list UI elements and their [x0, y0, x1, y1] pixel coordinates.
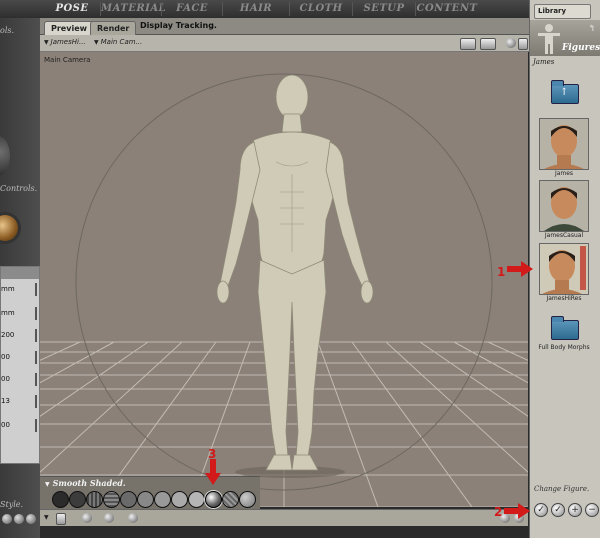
room-tab-cloth[interactable]: CLOTH: [290, 0, 352, 18]
style-swatch-cartoon[interactable]: [171, 491, 188, 508]
callout-2-arrow: [504, 503, 530, 519]
remove-from-library-button[interactable]: −: [585, 503, 599, 517]
room-tab-hair[interactable]: HAIR: [223, 0, 289, 18]
figure-silhouette-icon: [538, 24, 560, 54]
style-swatch-smooth-shaded[interactable]: [205, 491, 222, 508]
camera-select-dropdown[interactable]: ▼ Main Cam...: [94, 38, 142, 48]
style-swatch-cartoon-line[interactable]: [188, 491, 205, 508]
style-swatch-flat-shaded[interactable]: [137, 491, 154, 508]
globe-icon[interactable]: [82, 513, 92, 523]
style-swatch-flat-lined[interactable]: [154, 491, 171, 508]
callout-1-arrow: [507, 261, 533, 277]
room-tab-face[interactable]: FACE: [162, 0, 222, 18]
library-category-title: Figures: [562, 43, 600, 53]
room-tab-content[interactable]: CONTENT: [416, 0, 478, 18]
thumbnail-label: JamesCasual: [544, 232, 584, 239]
style-swatch-wireframe[interactable]: [86, 491, 103, 508]
room-tab-material[interactable]: MATERIAL: [101, 0, 166, 18]
callout-2: 2: [494, 505, 503, 519]
param-row[interactable]: 00: [1, 371, 39, 389]
room-tab-pose[interactable]: POSE: [44, 0, 100, 18]
left-panel-text: ols.: [0, 26, 15, 35]
folder-icon: ↑: [551, 80, 579, 104]
document-toolbar: ▼ JamesHi... ▼ Main Cam...: [40, 35, 530, 52]
menu-arrow-icon[interactable]: [518, 38, 528, 50]
face-thumbnail: [539, 243, 589, 295]
trackball-dial[interactable]: [0, 136, 10, 176]
preview-icon[interactable]: [128, 513, 138, 523]
style-swatch-smooth-lined[interactable]: [222, 491, 239, 508]
library-panel: Library ↰ Figures James ↑ James JamesCas…: [529, 0, 600, 538]
parameter-dial[interactable]: [0, 215, 18, 241]
display-tracking-menu[interactable]: Display Tracking.: [140, 21, 217, 30]
square-icon[interactable]: [56, 513, 66, 525]
up-arrow-icon[interactable]: ↰: [588, 25, 597, 34]
options-icon[interactable]: [506, 38, 516, 48]
change-figure-label: Change Figure.: [534, 485, 590, 493]
lights-icon[interactable]: [104, 513, 114, 523]
apply-multiple-button[interactable]: ✓: [551, 503, 565, 517]
parameters-panel: mm mm 200 00 00 13 00: [0, 266, 40, 464]
library-tab[interactable]: Library: [534, 4, 591, 19]
face-thumbnail: [539, 180, 589, 232]
param-row[interactable]: 13: [1, 393, 39, 411]
add-to-library-button[interactable]: +: [568, 503, 582, 517]
room-tabs-bar: POSE MATERIAL FACE HAIR CLOTH SETUP CONT…: [0, 0, 600, 19]
layout-icon[interactable]: [480, 38, 496, 50]
left-style-buttons[interactable]: [0, 514, 38, 526]
window-icon[interactable]: [460, 38, 476, 50]
document-style-label[interactable]: ▼ Smooth Shaded.: [45, 478, 126, 488]
style-swatch-hidden-line[interactable]: [103, 491, 120, 508]
thumbnail-label: James: [554, 170, 574, 177]
param-row[interactable]: mm: [1, 305, 39, 323]
thumbnail-label: JamesHiRes: [546, 295, 582, 302]
room-tab-setup[interactable]: SETUP: [353, 0, 415, 18]
folder-label: Full Body Morphs: [538, 344, 590, 351]
folder-icon: [551, 316, 579, 340]
bottom-dropdown[interactable]: ▼: [44, 513, 51, 523]
library-header: ↰ Figures: [530, 20, 600, 56]
style-swatches: [52, 491, 257, 508]
document-tabs: Preview Render Display Tracking.: [40, 18, 530, 35]
style-label: Style.: [0, 500, 24, 509]
param-row[interactable]: mm: [1, 281, 39, 299]
controls-label: Controls.: [0, 184, 38, 193]
document-bottom-bar: ▼: [40, 509, 528, 526]
face-thumbnail: [539, 118, 589, 170]
style-swatch-outline[interactable]: [69, 491, 86, 508]
callout-1: 1: [497, 265, 506, 279]
3d-viewport[interactable]: Main Camera: [40, 52, 528, 507]
callout-3-arrow: [205, 459, 221, 485]
param-row[interactable]: 200: [1, 327, 39, 345]
document-style-bar: ▼ Smooth Shaded.: [40, 476, 260, 510]
scene-canvas: [40, 73, 528, 507]
tab-preview[interactable]: Preview: [44, 21, 95, 35]
figure-select-dropdown[interactable]: ▼ JamesHi...: [44, 38, 86, 48]
style-swatch-lit-wireframe[interactable]: [120, 491, 137, 508]
style-swatch-silhouette[interactable]: [52, 491, 69, 508]
library-subcategory: James: [533, 58, 555, 66]
tab-render[interactable]: Render: [90, 21, 137, 35]
apply-checkmark-button[interactable]: ✓: [534, 503, 548, 517]
style-swatch-texture-shaded[interactable]: [239, 491, 256, 508]
human-figure: [216, 74, 374, 471]
param-row[interactable]: 00: [1, 349, 39, 367]
param-row[interactable]: 00: [1, 417, 39, 435]
